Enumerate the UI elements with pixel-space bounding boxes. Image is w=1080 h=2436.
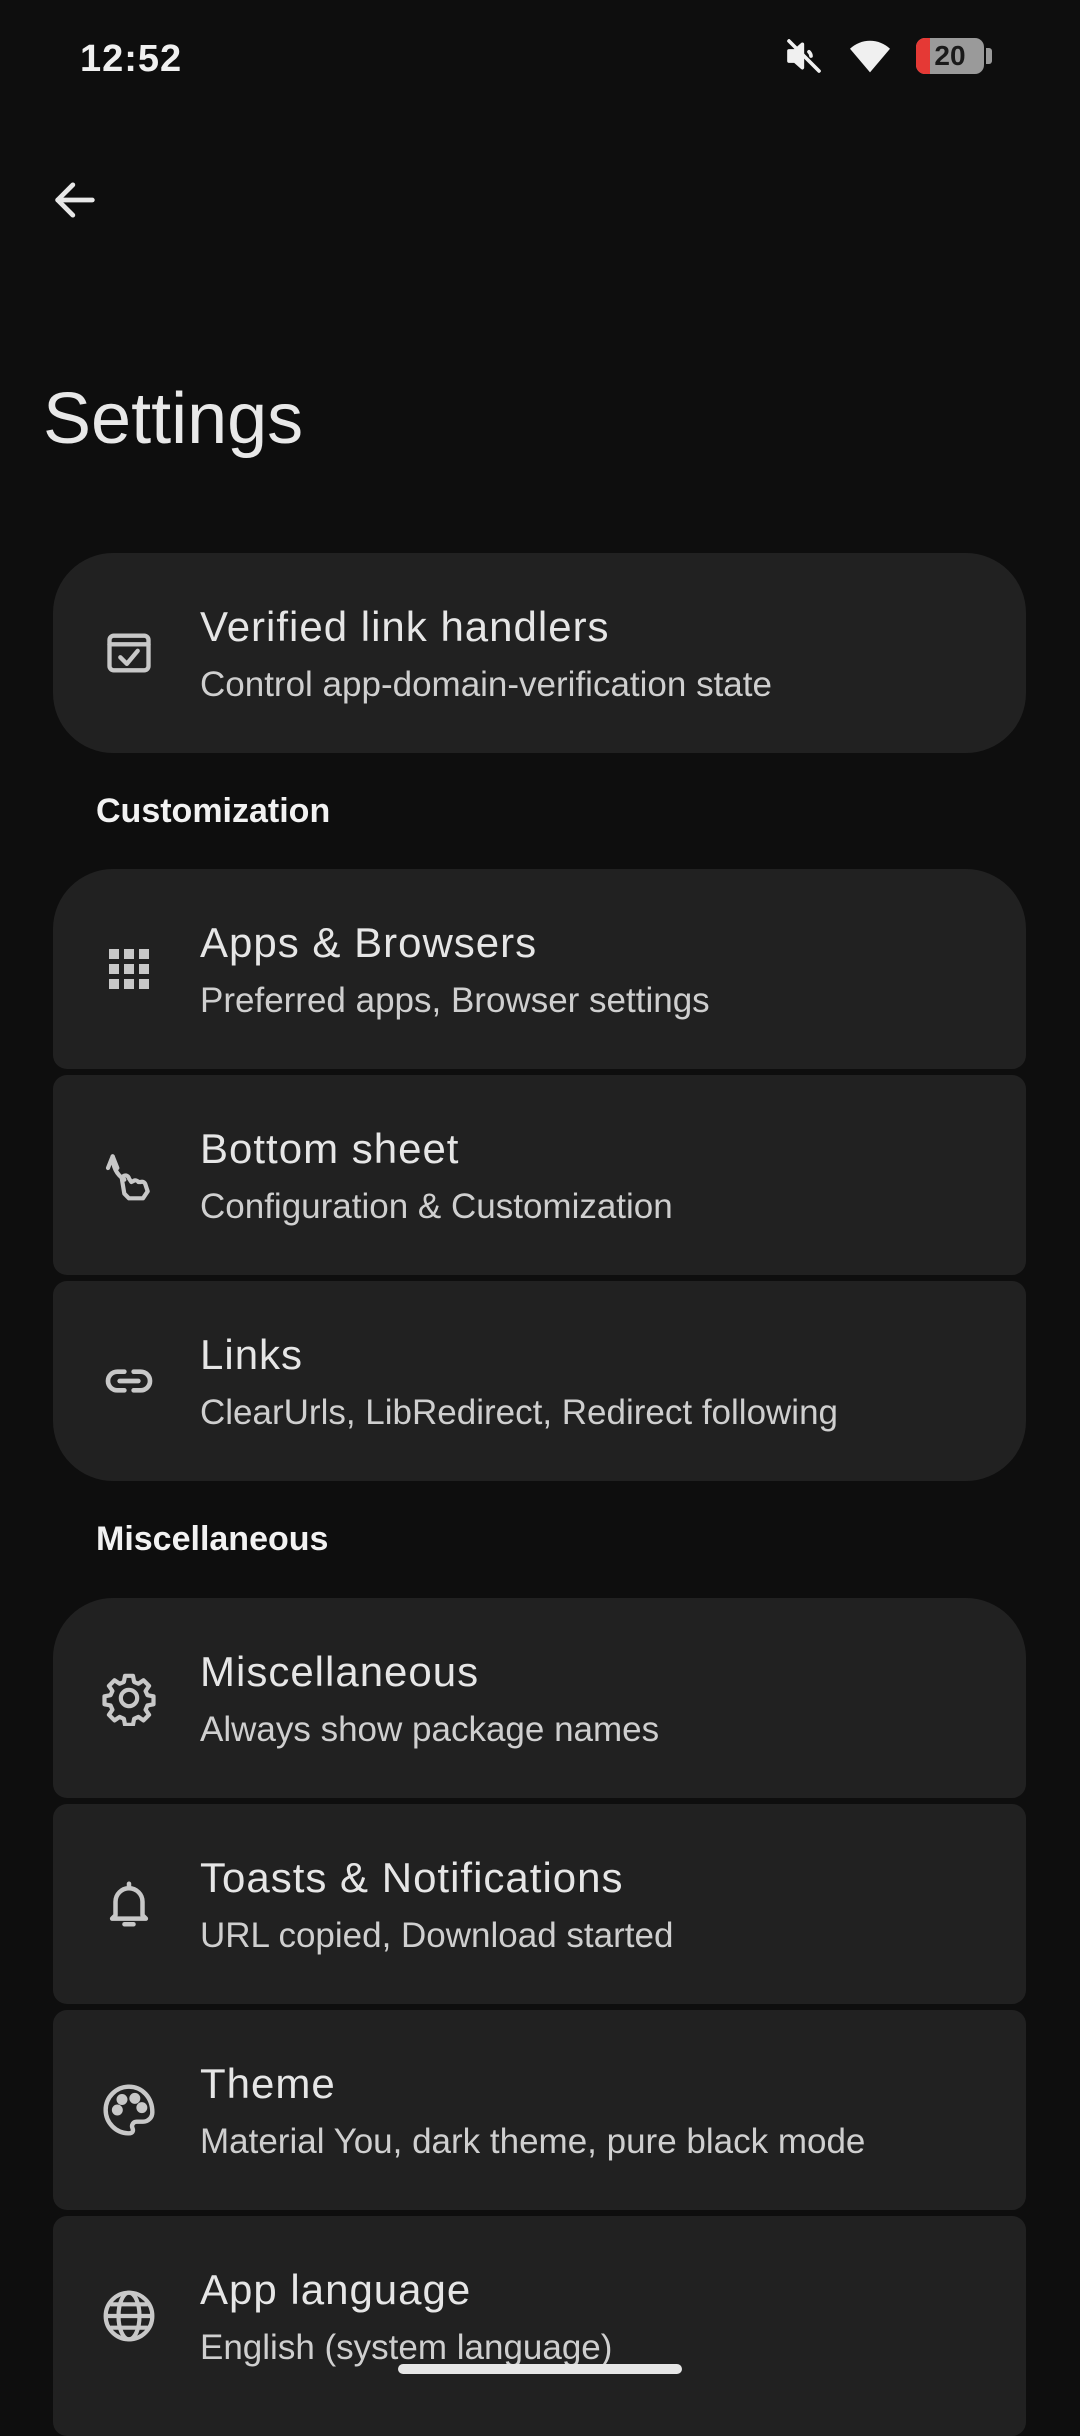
- mute-icon: [784, 36, 824, 76]
- section-header-customization: Customization: [96, 792, 331, 830]
- arrow-back-icon: [55, 182, 95, 218]
- gear-icon: [99, 1668, 159, 1728]
- verified-link-handlers-item[interactable]: Verified link handlers Control app-domai…: [53, 553, 1026, 753]
- bell-icon: [99, 1874, 159, 1934]
- page-title: Settings: [43, 379, 304, 459]
- battery-icon: 20: [916, 38, 984, 74]
- home-indicator[interactable]: [398, 2364, 682, 2374]
- item-subtitle: English (system language): [200, 2328, 613, 2367]
- item-title: Theme: [200, 2060, 336, 2107]
- apps-grid-icon: [99, 939, 159, 999]
- miscellaneous-item[interactable]: Miscellaneous Always show package names: [53, 1598, 1026, 1798]
- theme-item[interactable]: Theme Material You, dark theme, pure bla…: [53, 2010, 1026, 2210]
- verified-checkbox-icon: [99, 623, 159, 683]
- apps-browsers-item[interactable]: Apps & Browsers Preferred apps, Browser …: [53, 869, 1026, 1069]
- item-subtitle: URL copied, Download started: [200, 1916, 674, 1955]
- item-title: Miscellaneous: [200, 1648, 480, 1695]
- item-title: Apps & Browsers: [200, 919, 538, 966]
- item-subtitle: Preferred apps, Browser settings: [200, 981, 710, 1020]
- item-title: Links: [200, 1331, 304, 1378]
- item-title: App language: [200, 2266, 472, 2313]
- status-time: 12:52: [80, 38, 183, 80]
- back-button[interactable]: [40, 165, 110, 235]
- app-language-item[interactable]: App language English (system language): [53, 2216, 1026, 2436]
- wifi-icon: [848, 36, 892, 76]
- status-bar: 12:52 20: [0, 0, 1080, 120]
- globe-icon: [99, 2286, 159, 2346]
- item-subtitle: Configuration & Customization: [200, 1187, 673, 1226]
- item-subtitle: ClearUrls, LibRedirect, Redirect followi…: [200, 1393, 839, 1432]
- item-subtitle: Material You, dark theme, pure black mod…: [200, 2122, 866, 2161]
- item-title: Verified link handlers: [200, 603, 610, 650]
- bottom-sheet-item[interactable]: Bottom sheet Configuration & Customizati…: [53, 1075, 1026, 1275]
- palette-icon: [99, 2080, 159, 2140]
- item-subtitle: Control app-domain-verification state: [200, 665, 772, 704]
- status-icons: 20: [784, 36, 992, 76]
- battery-nub: [986, 48, 992, 64]
- link-icon: [99, 1351, 159, 1411]
- item-title: Toasts & Notifications: [200, 1854, 624, 1901]
- section-header-miscellaneous: Miscellaneous: [96, 1520, 329, 1558]
- links-item[interactable]: Links ClearUrls, LibRedirect, Redirect f…: [53, 1281, 1026, 1481]
- battery-level: 20: [934, 40, 966, 71]
- toasts-notifications-item[interactable]: Toasts & Notifications URL copied, Downl…: [53, 1804, 1026, 2004]
- item-title: Bottom sheet: [200, 1125, 460, 1172]
- item-subtitle: Always show package names: [200, 1710, 660, 1749]
- swipe-gesture-icon: [99, 1145, 159, 1205]
